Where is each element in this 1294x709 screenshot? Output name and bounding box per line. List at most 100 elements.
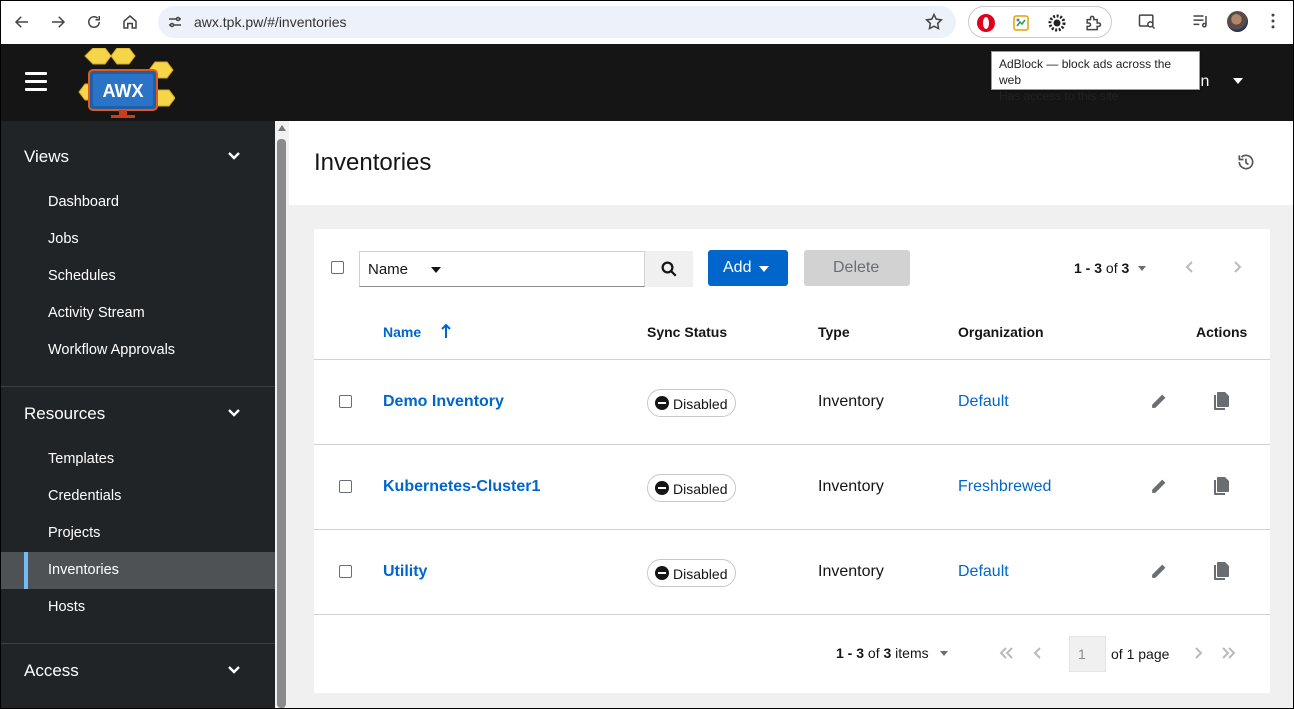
forward-arrow-icon[interactable]: [44, 8, 72, 36]
address-bar[interactable]: awx.tpk.pw/#/inventories: [158, 6, 956, 38]
sidebar-item-hosts[interactable]: Hosts: [1, 589, 275, 626]
filter-field-select[interactable]: Name: [359, 251, 458, 287]
color-extension-icon[interactable]: [1011, 13, 1031, 33]
sidebar-item-label: Projects: [48, 525, 101, 541]
caret-down-icon[interactable]: [940, 651, 948, 656]
edit-pencil-icon[interactable]: [1150, 478, 1167, 495]
search-input[interactable]: [457, 251, 645, 287]
reading-list-icon[interactable]: [1191, 11, 1211, 31]
url-text[interactable]: awx.tpk.pw/#/inventories: [194, 14, 347, 30]
svg-text:AWX: AWX: [102, 81, 143, 101]
sidebar-section-views[interactable]: Views: [1, 137, 275, 177]
sidebar-item-schedules[interactable]: Schedules: [1, 258, 275, 295]
previous-page-icon[interactable]: [1182, 259, 1198, 275]
awx-logo[interactable]: AWX: [71, 48, 175, 120]
pagination-items-word: items: [895, 645, 929, 661]
home-icon[interactable]: [116, 8, 144, 36]
sort-ascending-icon[interactable]: [441, 323, 451, 339]
adblock-gear-icon[interactable]: [1047, 13, 1067, 33]
organization-link[interactable]: Default: [958, 563, 1009, 581]
row-checkbox[interactable]: [339, 480, 352, 493]
copy-icon[interactable]: [1214, 477, 1229, 495]
inventory-name-link[interactable]: Demo Inventory: [383, 393, 504, 411]
search-button[interactable]: [645, 251, 693, 287]
sidebar-item-templates[interactable]: Templates: [1, 441, 275, 478]
column-header-type: Type: [818, 324, 850, 340]
sidebar-section-access[interactable]: Access: [1, 651, 275, 691]
row-checkbox[interactable]: [339, 395, 352, 408]
chevron-down-icon: [228, 152, 240, 160]
row-checkbox[interactable]: [339, 565, 352, 578]
sidebar-item-workflow-approvals[interactable]: Workflow Approvals: [1, 332, 275, 369]
last-page-icon[interactable]: [1221, 645, 1237, 661]
sidebar-item-dashboard[interactable]: Dashboard: [1, 184, 275, 221]
sidebar-item-label: Activity Stream: [48, 305, 145, 321]
inventory-name-link[interactable]: Kubernetes-Cluster1: [383, 478, 540, 496]
search-icon: [661, 261, 677, 277]
back-arrow-icon[interactable]: [8, 8, 36, 36]
profile-avatar[interactable]: [1227, 11, 1248, 32]
reload-icon[interactable]: [80, 8, 108, 36]
scroll-thumb[interactable]: [277, 139, 286, 708]
column-header-organization: Organization: [958, 324, 1044, 340]
sidebar-section-resources[interactable]: Resources: [1, 394, 275, 434]
copy-icon[interactable]: [1214, 392, 1229, 410]
column-header-name[interactable]: Name: [383, 324, 421, 340]
of-page-text: of 1 page: [1111, 646, 1170, 662]
sidebar-item-label: Hosts: [48, 599, 86, 615]
edit-pencil-icon[interactable]: [1150, 393, 1167, 410]
sidebar: Views Dashboard Jobs Schedules Activity …: [1, 121, 275, 708]
bottom-pagination-toggle[interactable]: 1 - 3 of 3 items: [836, 645, 929, 661]
table-row: Utility Disabled Inventory Default: [314, 530, 1270, 615]
sidebar-item-label: Templates: [48, 451, 115, 467]
sidebar-item-projects[interactable]: Projects: [1, 515, 275, 552]
inventory-list-card: Name Add Delete 1 - 3 of 3 Name Sync Sta…: [314, 229, 1270, 693]
edit-pencil-icon[interactable]: [1150, 563, 1167, 580]
status-badge: Disabled: [647, 474, 736, 502]
scroll-up-arrow-icon[interactable]: [278, 125, 286, 131]
extensions-puzzle-icon[interactable]: [1083, 13, 1103, 33]
status-badge-text: Disabled: [673, 481, 728, 497]
page-number-input[interactable]: [1069, 636, 1106, 672]
sidebar-item-activity-stream[interactable]: Activity Stream: [1, 295, 275, 332]
scrollbar[interactable]: [275, 121, 289, 708]
status-badge-text: Disabled: [673, 566, 728, 582]
history-icon[interactable]: [1236, 152, 1256, 172]
bookmark-star-icon[interactable]: [924, 12, 944, 32]
copy-icon[interactable]: [1214, 562, 1229, 580]
sidebar-item-label: Schedules: [48, 268, 116, 284]
table-row: Kubernetes-Cluster1 Disabled Inventory F…: [314, 445, 1270, 530]
site-settings-icon[interactable]: [166, 13, 184, 31]
caret-down-icon[interactable]: [1138, 266, 1146, 271]
page-header: Inventories: [289, 121, 1293, 205]
opera-extension-icon[interactable]: [976, 13, 996, 33]
select-all-checkbox[interactable]: [331, 261, 344, 274]
hamburger-icon[interactable]: [25, 72, 47, 92]
delete-button[interactable]: Delete: [804, 250, 910, 286]
pagination-toggle[interactable]: 1 - 3 of 3: [1074, 260, 1129, 276]
previous-page-icon[interactable]: [1030, 645, 1046, 661]
add-button[interactable]: Add: [708, 250, 788, 286]
sidebar-item-label: Dashboard: [48, 194, 119, 210]
next-page-icon[interactable]: [1229, 259, 1245, 275]
user-menu-caret-icon[interactable]: [1233, 78, 1243, 84]
sidebar-item-inventories[interactable]: Inventories: [1, 552, 275, 589]
sidebar-item-credentials[interactable]: Credentials: [1, 478, 275, 515]
sidebar-item-label: Jobs: [48, 231, 79, 247]
sidebar-divider: [1, 386, 275, 387]
organization-link[interactable]: Default: [958, 393, 1009, 411]
tooltip-line-2: Has access to this site: [999, 89, 1119, 103]
first-page-icon[interactable]: [998, 645, 1014, 661]
tab-search-icon[interactable]: [1137, 11, 1157, 31]
pagination-total: 3: [883, 645, 892, 661]
adblock-tooltip: AdBlock — block ads across the web Has a…: [991, 51, 1200, 103]
next-page-icon[interactable]: [1190, 645, 1206, 661]
sidebar-divider: [1, 643, 275, 644]
inventory-name-link[interactable]: Utility: [383, 563, 427, 581]
column-header-sync-status: Sync Status: [647, 324, 728, 340]
sidebar-item-label: Workflow Approvals: [48, 342, 176, 358]
tooltip-line-1: AdBlock — block ads across the web: [999, 57, 1172, 87]
sidebar-item-jobs[interactable]: Jobs: [1, 221, 275, 258]
organization-link[interactable]: Freshbrewed: [958, 478, 1051, 496]
kebab-menu-icon[interactable]: [1263, 11, 1283, 31]
